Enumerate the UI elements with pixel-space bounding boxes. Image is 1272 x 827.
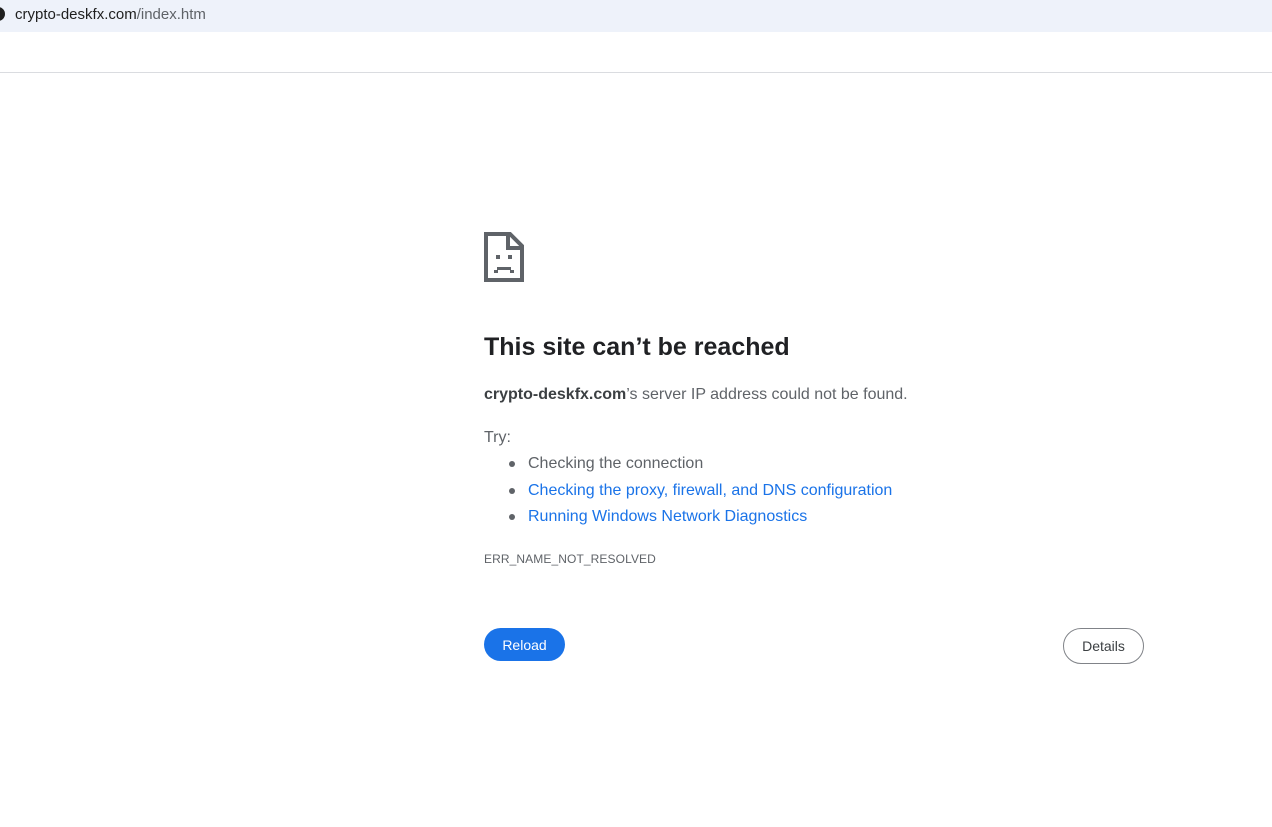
url-text[interactable]: crypto-deskfx.com/index.htm: [15, 6, 206, 24]
suggestion-item: Checking the connection: [484, 453, 1104, 480]
reload-button[interactable]: Reload: [484, 628, 565, 661]
bookmarks-strip: [0, 32, 1272, 73]
network-diagnostics-link[interactable]: Running Windows Network Diagnostics: [528, 508, 807, 525]
site-info-icon[interactable]: [0, 7, 5, 21]
details-button[interactable]: Details: [1063, 628, 1144, 664]
error-host: crypto-deskfx.com: [484, 386, 627, 403]
suggestion-check-connection: Checking the connection: [528, 455, 704, 472]
proxy-firewall-dns-link[interactable]: Checking the proxy, firewall, and DNS co…: [528, 482, 892, 499]
error-title: This site can’t be reached: [484, 333, 790, 361]
error-summary: crypto-deskfx.com’s server IP address co…: [484, 384, 908, 406]
sad-page-icon: [484, 232, 524, 282]
suggestion-item: Checking the proxy, firewall, and DNS co…: [484, 480, 1104, 507]
suggestions-list: Checking the connection Checking the pro…: [484, 453, 1104, 533]
address-bar[interactable]: crypto-deskfx.com/index.htm: [0, 0, 1272, 32]
suggestion-item: Running Windows Network Diagnostics: [484, 506, 1104, 533]
try-label: Try:: [484, 429, 511, 446]
error-summary-text: ’s server IP address could not be found.: [626, 386, 908, 403]
url-path: /index.htm: [136, 6, 206, 23]
url-host: crypto-deskfx.com: [15, 6, 137, 23]
error-code: ERR_NAME_NOT_RESOLVED: [484, 552, 656, 566]
